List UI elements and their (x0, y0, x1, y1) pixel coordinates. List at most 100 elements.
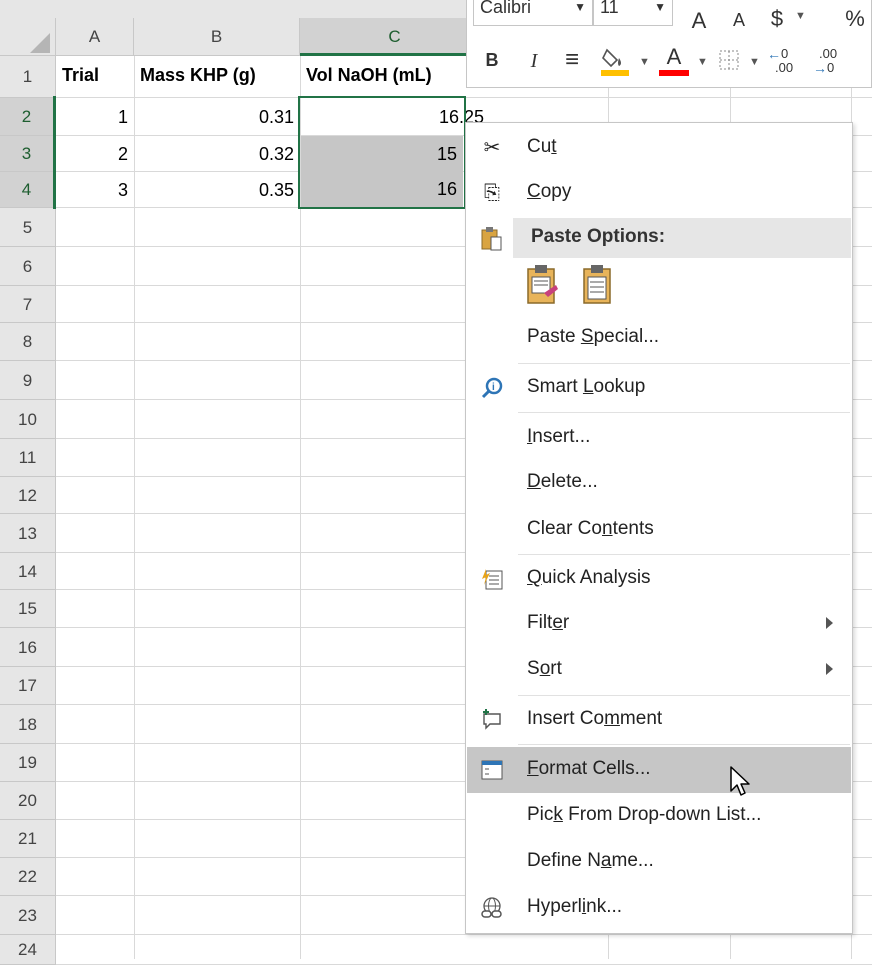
cell-a4[interactable]: 3 (56, 172, 134, 208)
column-header-b[interactable]: B (134, 18, 300, 56)
decrease-font-button[interactable]: A (727, 10, 751, 31)
cell-b3[interactable]: 0.32 (134, 136, 300, 172)
row-header-4[interactable]: 4 (0, 172, 56, 208)
row-header-21[interactable]: 21 (0, 820, 56, 858)
chevron-down-icon[interactable]: ▼ (697, 56, 708, 68)
menu-item-smart-lookup[interactable]: i Smart Lookup (467, 368, 851, 408)
menu-label: Cut (527, 136, 557, 157)
menu-item-define-name[interactable]: Define Name... (467, 842, 851, 882)
row-header-8[interactable]: 8 (0, 323, 56, 361)
row-header-13[interactable]: 13 (0, 514, 56, 553)
row-header-1[interactable]: 1 (0, 56, 56, 98)
menu-item-copy[interactable]: ⎘ Copy (467, 173, 851, 213)
font-color-button[interactable]: A (659, 44, 689, 78)
font-size-value: 11 (600, 0, 619, 17)
cell-c1[interactable]: Vol NaOH (mL) (300, 56, 466, 94)
cell-a2[interactable]: 1 (56, 98, 134, 136)
cell-a3[interactable]: 2 (56, 136, 134, 172)
row-header-22[interactable]: 22 (0, 858, 56, 896)
cell-b1[interactable]: Mass KHP (g) (134, 56, 300, 94)
mouse-cursor-icon (730, 766, 750, 796)
paste-values-button[interactable] (578, 263, 618, 309)
row-header-10[interactable]: 10 (0, 400, 56, 439)
chevron-down-icon[interactable]: ▼ (749, 56, 760, 68)
increase-font-button[interactable]: A (687, 8, 711, 34)
row-header-17[interactable]: 17 (0, 667, 56, 705)
borders-button[interactable] (717, 48, 741, 72)
cell-a1[interactable]: Trial (56, 56, 134, 94)
font-name-box[interactable]: Calibri ▼ (473, 0, 593, 26)
row-header-7[interactable]: 7 (0, 286, 56, 323)
row-header-24[interactable]: 24 (0, 935, 56, 965)
chevron-down-icon[interactable]: ▼ (795, 10, 806, 22)
decrease-decimal-button[interactable]: .00 → 0 (813, 46, 849, 78)
cell-b4[interactable]: 0.35 (134, 172, 300, 208)
column-header-c[interactable]: C (300, 18, 490, 56)
menu-item-clear-contents[interactable]: Clear Contents (467, 510, 851, 550)
row-header-5[interactable]: 5 (0, 208, 56, 247)
font-size-box[interactable]: 11 ▼ (593, 0, 673, 26)
menu-item-delete[interactable]: Delete... (467, 463, 851, 503)
menu-item-cut[interactable]: ✂ Cut (467, 128, 851, 168)
chevron-down-icon[interactable]: ▼ (639, 56, 650, 68)
increase-decimal-label: .00 (775, 60, 794, 75)
italic-button[interactable]: I (523, 50, 545, 73)
menu-label: Pick From Drop-down List... (527, 804, 762, 825)
menu-item-pick-from-list[interactable]: Pick From Drop-down List... (467, 796, 851, 836)
insert-comment-icon (479, 708, 505, 732)
row-header-20[interactable]: 20 (0, 782, 56, 820)
percent-button[interactable]: % (841, 6, 869, 32)
row-header-23[interactable]: 23 (0, 896, 56, 935)
submenu-arrow-icon (826, 617, 833, 629)
paste-keep-formatting-icon (527, 265, 558, 304)
row-header-18[interactable]: 18 (0, 705, 56, 744)
row-header-19[interactable]: 19 (0, 744, 56, 782)
increase-decimal-button[interactable]: ← .00 0 (767, 46, 803, 78)
row-header-3[interactable]: 3 (0, 136, 56, 172)
fill-color-swatch (601, 70, 629, 76)
menu-label: Sort (527, 658, 562, 679)
menu-label: Insert Comment (527, 708, 663, 729)
menu-item-format-cells[interactable]: Format Cells... (467, 747, 851, 793)
fill-color-button[interactable] (599, 44, 631, 78)
align-button[interactable]: ≡ (559, 46, 585, 74)
menu-label: Smart Lookup (527, 376, 646, 397)
menu-separator (518, 554, 850, 555)
cell-c3[interactable]: 15 (301, 136, 463, 172)
bold-button[interactable]: B (481, 50, 503, 71)
menu-item-filter[interactable]: Filter (467, 604, 851, 644)
row-header-12[interactable]: 12 (0, 477, 56, 514)
menu-item-quick-analysis[interactable]: Quick Analysis (467, 559, 851, 599)
copy-icon: ⎘ (484, 182, 500, 204)
font-color-letter: A (666, 44, 682, 69)
menu-label: Delete... (527, 471, 598, 492)
menu-separator (518, 412, 850, 413)
paste-formatting-button[interactable] (522, 263, 562, 309)
row-header-2[interactable]: 2 (0, 98, 56, 136)
menu-label: Format Cells... (527, 758, 651, 779)
currency-button[interactable]: $ (767, 6, 787, 32)
menu-item-hyperlink[interactable]: Hyperlink... (467, 888, 851, 928)
row-header-14[interactable]: 14 (0, 553, 56, 590)
hyperlink-icon (479, 896, 505, 920)
scissors-icon: ✂ (483, 137, 501, 159)
row-header-16[interactable]: 16 (0, 628, 56, 667)
menu-label: Clear Contents (527, 518, 654, 539)
menu-item-sort[interactable]: Sort (467, 650, 851, 690)
cell-c2[interactable]: 16.25 (300, 98, 490, 136)
row-header-9[interactable]: 9 (0, 361, 56, 400)
selection-row-marker (53, 96, 56, 209)
cell-c4[interactable]: 16 (301, 172, 463, 207)
row-header-6[interactable]: 6 (0, 247, 56, 286)
cell-b2[interactable]: 0.31 (134, 98, 300, 136)
menu-item-paste-special[interactable]: Paste Special... (467, 318, 851, 358)
menu-item-insert[interactable]: Insert... (467, 418, 851, 458)
menu-label: Copy (527, 181, 572, 202)
submenu-arrow-icon (826, 663, 833, 675)
menu-item-insert-comment[interactable]: Insert Comment (467, 700, 851, 740)
row-header-15[interactable]: 15 (0, 590, 56, 628)
row-header-11[interactable]: 11 (0, 439, 56, 477)
column-header-a[interactable]: A (56, 18, 134, 56)
select-all-triangle-icon (30, 33, 50, 53)
paint-bucket-icon (601, 48, 629, 76)
